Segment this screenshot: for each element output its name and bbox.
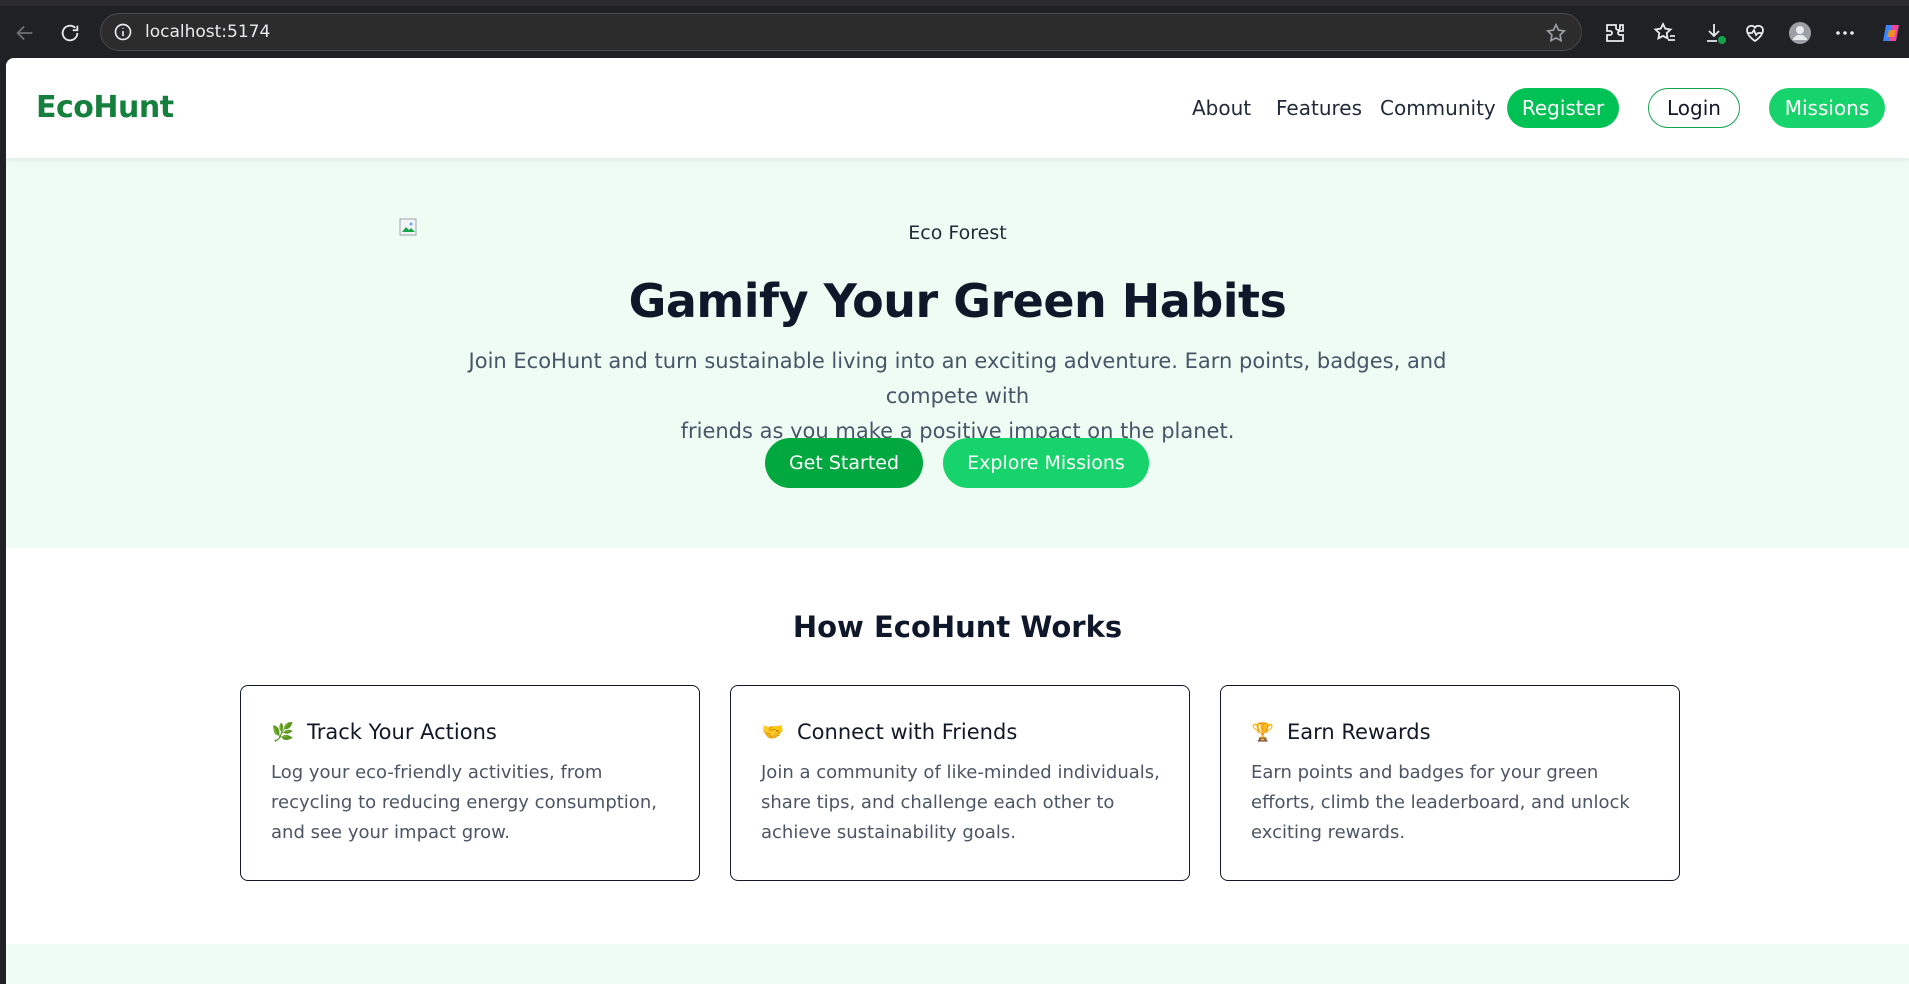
register-button[interactable]: Register — [1507, 88, 1619, 128]
feature-card-rewards: 🏆 Earn Rewards Earn points and badges fo… — [1220, 685, 1680, 881]
explore-missions-button[interactable]: Explore Missions — [943, 438, 1149, 488]
copilot-icon[interactable] — [1876, 18, 1906, 48]
address-bar[interactable]: localhost:5174 — [100, 13, 1582, 51]
login-button[interactable]: Login — [1648, 88, 1740, 128]
page-viewport: EcoHunt About Features Community Registe… — [6, 58, 1909, 984]
reload-icon[interactable] — [55, 18, 85, 48]
card-title-row: 🤝 Connect with Friends — [761, 720, 1017, 744]
next-section-band — [6, 944, 1909, 984]
hero-subtitle: Join EcoHunt and turn sustainable living… — [426, 344, 1489, 449]
performance-icon[interactable] — [1740, 18, 1770, 48]
browser-toolbar: localhost:5174 — [0, 0, 1909, 62]
url-text[interactable]: localhost:5174 — [145, 22, 270, 42]
profile-avatar-icon[interactable] — [1785, 18, 1815, 48]
extensions-icon[interactable] — [1600, 18, 1630, 48]
back-icon[interactable] — [10, 18, 40, 48]
feature-card-connect: 🤝 Connect with Friends Join a community … — [730, 685, 1190, 881]
tab-strip — [0, 0, 1909, 6]
card-title-row: 🌿 Track Your Actions — [271, 720, 497, 744]
card-title: Earn Rewards — [1287, 720, 1431, 744]
card-title: Connect with Friends — [797, 720, 1018, 744]
favorites-icon[interactable] — [1650, 18, 1680, 48]
leaf-icon: 🌿 — [271, 721, 295, 743]
handshake-icon: 🤝 — [761, 721, 785, 743]
logo[interactable]: EcoHunt — [36, 90, 174, 125]
feature-card-track: 🌿 Track Your Actions Log your eco-friend… — [240, 685, 700, 881]
missions-button[interactable]: Missions — [1769, 88, 1885, 128]
hero-section: Eco Forest Gamify Your Green Habits Join… — [6, 158, 1909, 548]
hero-image-alt-text: Eco Forest — [908, 222, 1007, 244]
card-description: Earn points and badges for your green ef… — [1251, 762, 1630, 843]
card-title: Track Your Actions — [307, 720, 497, 744]
site-info-icon[interactable] — [113, 22, 133, 42]
nav-about-link[interactable]: About — [1192, 96, 1251, 120]
downloads-icon[interactable] — [1700, 18, 1730, 48]
how-it-works-title: How EcoHunt Works — [792, 610, 1123, 644]
nav-features-link[interactable]: Features — [1276, 96, 1362, 120]
hero-subtitle-line-1: Join EcoHunt and turn sustainable living… — [468, 349, 1447, 408]
star-icon[interactable] — [1545, 22, 1567, 49]
more-menu-icon[interactable] — [1830, 18, 1860, 48]
site-header: EcoHunt About Features Community Registe… — [6, 58, 1909, 158]
card-description: Log your eco-friendly activities, from r… — [271, 762, 657, 843]
nav-community-link[interactable]: Community — [1380, 96, 1496, 120]
get-started-button[interactable]: Get Started — [765, 438, 923, 488]
card-title-row: 🏆 Earn Rewards — [1251, 720, 1431, 744]
hero-title: Gamify Your Green Habits — [628, 274, 1287, 328]
card-description: Join a community of like-minded individu… — [761, 762, 1160, 843]
trophy-icon: 🏆 — [1251, 721, 1275, 743]
